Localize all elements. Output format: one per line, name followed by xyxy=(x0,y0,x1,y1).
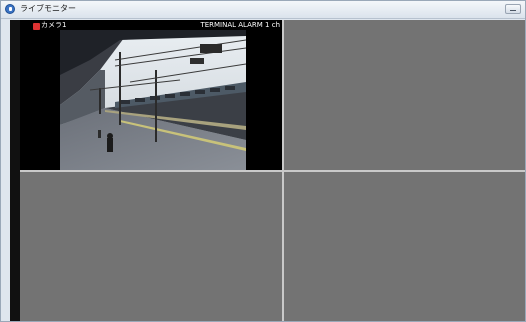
camera-pane-1[interactable]: カメラ1 TERMINAL ALARM 1 ch xyxy=(20,20,282,170)
live-monitor-icon xyxy=(5,4,15,14)
camera-pane-4[interactable] xyxy=(284,172,525,321)
monitor-grid: カメラ1 TERMINAL ALARM 1 ch xyxy=(10,20,525,321)
title-bar[interactable]: ライブモニター xyxy=(1,1,525,19)
camera-pane-3[interactable] xyxy=(20,172,282,321)
camera-1-alarm-text: TERMINAL ALARM 1 ch xyxy=(200,21,280,29)
minimize-button[interactable] xyxy=(505,4,521,14)
window-title: ライブモニター xyxy=(20,4,76,13)
camera-1-video-feed xyxy=(60,30,246,170)
camera-icon xyxy=(33,23,40,30)
horizontal-divider xyxy=(20,170,525,172)
camera-name: カメラ1 xyxy=(41,21,67,29)
live-monitor-window: ライブモニター カメラ1 TERMINAL ALARM 1 ch xyxy=(0,0,526,322)
camera-pane-2[interactable] xyxy=(284,20,525,170)
